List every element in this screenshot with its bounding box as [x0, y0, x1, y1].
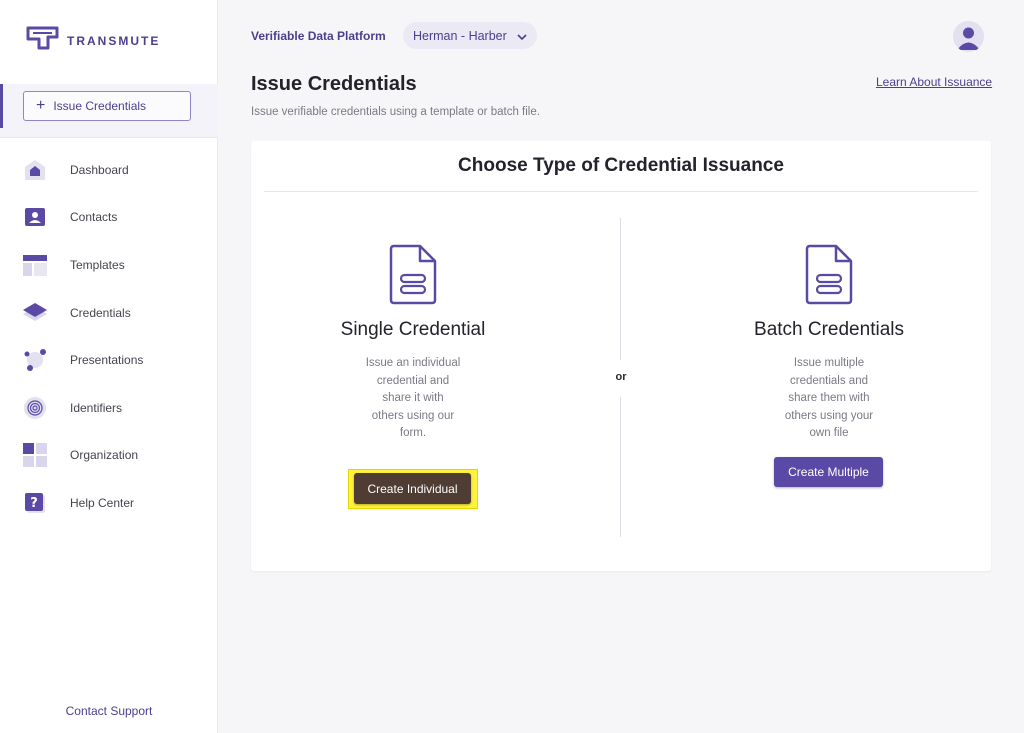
organization-select[interactable]: Herman - Harber [403, 22, 537, 49]
sidebar-item-dashboard[interactable]: Dashboard [0, 146, 218, 194]
page-title: Issue Credentials [251, 73, 417, 95]
batch-credentials-option: Batch Credentials Issue multiple credent… [679, 244, 979, 443]
sidebar-item-label: Credentials [70, 305, 131, 320]
sidebar-item-organization[interactable]: Organization [0, 432, 218, 480]
credentials-icon [22, 300, 48, 326]
card-divider [264, 191, 978, 192]
transmute-logo-icon [26, 26, 59, 55]
user-icon [953, 27, 984, 52]
sidebar-item-contacts[interactable]: Contacts [0, 194, 218, 242]
or-separator: or [615, 371, 627, 383]
sidebar-item-label: Contacts [70, 210, 118, 225]
sidebar-item-presentations[interactable]: Presentations [0, 336, 218, 384]
organization-icon [22, 442, 48, 468]
plus-icon: + [36, 97, 46, 114]
batch-credentials-title: Batch Credentials [754, 319, 904, 340]
sidebar-item-identifiers[interactable]: Identifiers [0, 384, 218, 432]
sidebar-item-label: Identifiers [70, 400, 123, 415]
vertical-divider [620, 218, 621, 360]
issue-credentials-section: + Issue Credentials [0, 84, 218, 138]
sidebar-item-label: Organization [70, 448, 139, 463]
platform-title: Verifiable Data Platform [251, 29, 386, 43]
svg-text:?: ? [30, 496, 38, 511]
document-icon [263, 244, 563, 308]
contact-card-icon [22, 204, 48, 230]
chevron-down-icon [517, 29, 527, 43]
document-icon [679, 244, 979, 308]
help-icon: ? [22, 490, 48, 516]
create-individual-button[interactable]: Create Individual [354, 473, 471, 504]
sidebar-item-label: Templates [70, 257, 125, 272]
sidebar-item-credentials[interactable]: Credentials [0, 289, 218, 337]
fingerprint-icon [22, 395, 48, 421]
brand-name: TRANSMUTE [67, 33, 161, 48]
card-title: Choose Type of Credential Issuance [458, 155, 784, 176]
issue-credentials-label: Issue Credentials [53, 99, 147, 113]
template-icon [22, 252, 48, 278]
page-subtitle: Issue verifiable credentials using a tem… [251, 106, 540, 118]
sidebar-item-label: Dashboard [70, 162, 129, 177]
vertical-divider [620, 397, 621, 537]
contact-support-link[interactable]: Contact Support [0, 704, 218, 718]
single-credential-title: Single Credential [340, 319, 486, 340]
user-avatar[interactable] [953, 21, 984, 52]
create-multiple-button[interactable]: Create Multiple [774, 457, 883, 487]
presentations-icon [22, 347, 48, 373]
sidebar: TRANSMUTE + Issue Credentials Dashboard [0, 0, 218, 733]
brand-logo[interactable]: TRANSMUTE [26, 26, 160, 55]
single-credential-description: Issue an individual credential and share… [365, 357, 461, 439]
sidebar-item-label: Presentations [70, 353, 144, 368]
sidebar-item-templates[interactable]: Templates [0, 241, 218, 289]
batch-credentials-description: Issue multiple credentials and share the… [784, 357, 874, 439]
organization-select-value: Herman - Harber [413, 28, 507, 43]
home-icon [22, 157, 48, 183]
learn-about-issuance-link[interactable]: Learn About Issuance [876, 75, 992, 89]
active-indicator [0, 84, 3, 128]
sidebar-item-help-center[interactable]: ? Help Center [0, 479, 218, 527]
sidebar-item-label: Help Center [70, 495, 135, 510]
single-credential-option: Single Credential Issue an individual cr… [263, 244, 563, 443]
issue-credentials-button[interactable]: + Issue Credentials [23, 91, 191, 121]
sidebar-nav: Dashboard Contacts Templates Credentials… [0, 146, 218, 527]
